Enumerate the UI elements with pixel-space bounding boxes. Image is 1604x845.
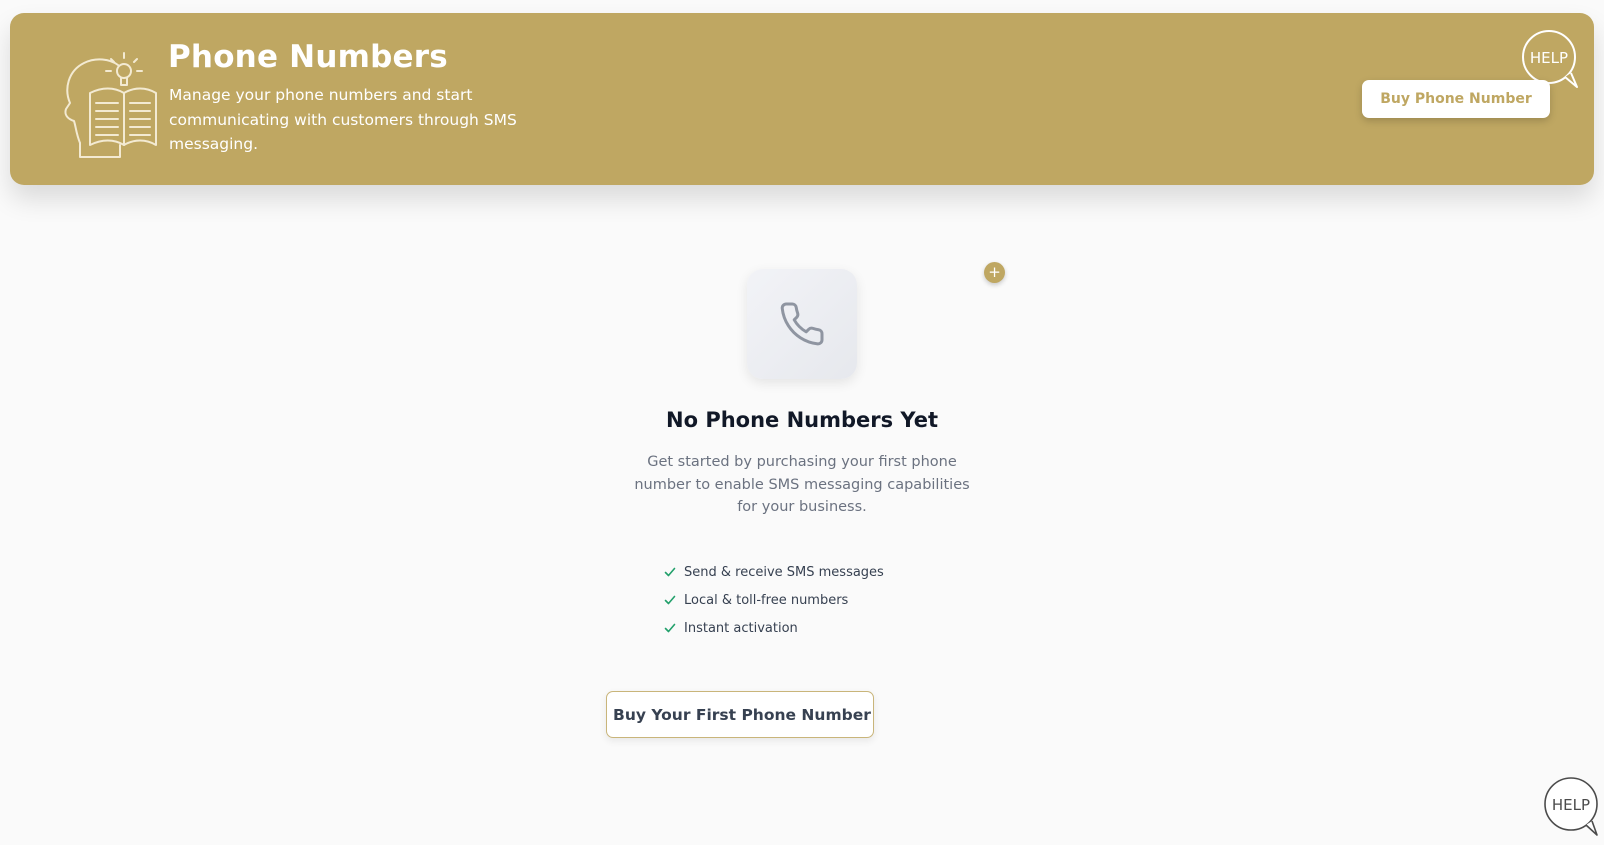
check-icon bbox=[664, 623, 676, 633]
head-with-book-icon bbox=[64, 52, 157, 158]
empty-state-description: Get started by purchasing your first pho… bbox=[634, 454, 970, 515]
check-icon bbox=[664, 567, 676, 577]
feature-label: Instant activation bbox=[684, 620, 798, 636]
check-icon bbox=[664, 595, 676, 605]
feature-label: Local & toll-free numbers bbox=[684, 592, 849, 608]
phone-icon-tile bbox=[747, 269, 857, 379]
buy-phone-number-button[interactable]: Buy Phone Number bbox=[1362, 80, 1550, 118]
feature-label: Send & receive SMS messages bbox=[684, 564, 884, 580]
page-header-banner: Phone Numbers Manage your phone numbers … bbox=[10, 13, 1594, 185]
help-widget-button[interactable]: HELP bbox=[1542, 775, 1600, 837]
page-title: Phone Numbers bbox=[168, 39, 448, 75]
feature-item: Send & receive SMS messages bbox=[663, 558, 884, 586]
phone-icon bbox=[780, 302, 824, 346]
empty-state-title: No Phone Numbers Yet bbox=[666, 408, 938, 432]
help-widget-label: HELP bbox=[1552, 796, 1590, 814]
page-subtitle: Manage your phone numbers and start comm… bbox=[169, 86, 517, 153]
buy-first-phone-number-button[interactable]: Buy Your First Phone Number bbox=[606, 691, 874, 738]
plus-icon: + bbox=[984, 262, 1005, 283]
feature-item: Local & toll-free numbers bbox=[663, 586, 884, 614]
page: Phone Numbers Manage your phone numbers … bbox=[0, 0, 1604, 845]
feature-list: Send & receive SMS messages Local & toll… bbox=[663, 558, 884, 642]
feature-item: Instant activation bbox=[663, 614, 884, 642]
help-label: HELP bbox=[1530, 49, 1568, 67]
